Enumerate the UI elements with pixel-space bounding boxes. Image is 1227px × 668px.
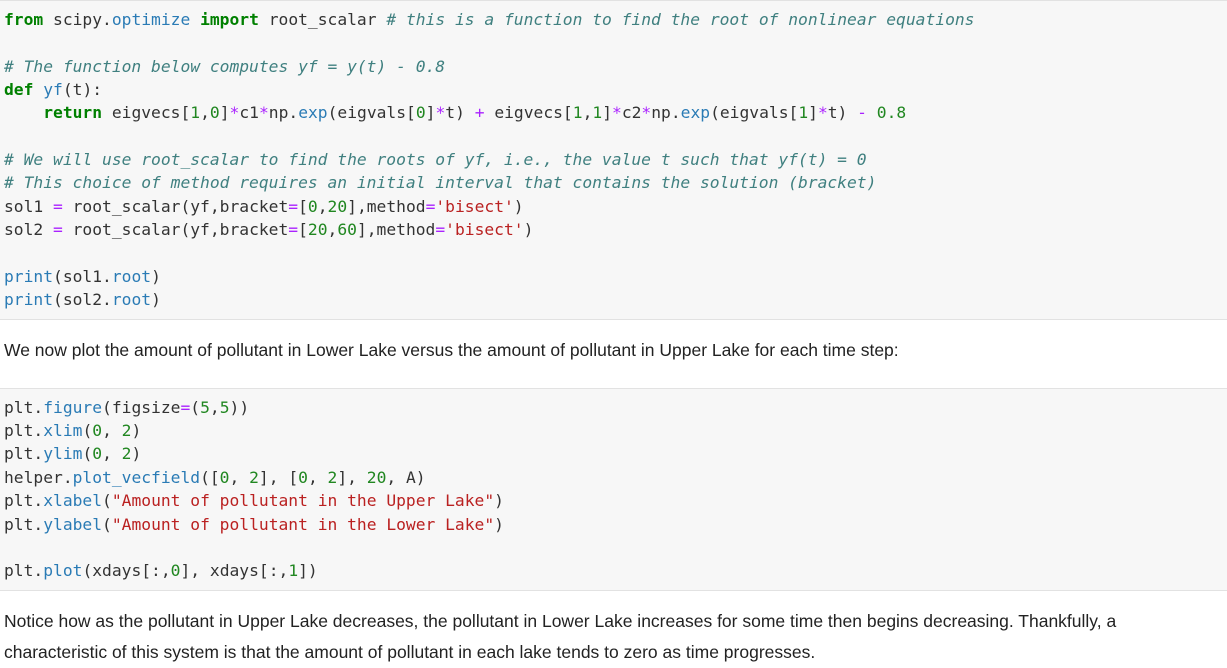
code-line-5: return eigvecs[1,0]*c1*np.exp(eigvals[0]… (43, 103, 907, 122)
code-line-4: helper.plot_vecfield([0, 2], [0, 2], 20,… (4, 468, 426, 487)
markdown-text-1: We now plot the amount of pollutant in L… (4, 340, 899, 360)
code-line-2: plt.xlim(0, 2) (4, 421, 142, 440)
code-line-7: # We will use root_scalar to find the ro… (4, 150, 867, 169)
markdown-text-2: Notice how as the pollutant in Upper Lak… (4, 611, 1117, 662)
code-line-1: from scipy.optimize import root_scalar #… (4, 10, 975, 29)
code-line-3: plt.ylim(0, 2) (4, 444, 142, 463)
code-line-1: plt.figure(figsize=(5,5)) (4, 398, 250, 417)
code-line-12: print(sol1.root) (4, 267, 161, 286)
code-line-6: plt.ylabel("Amount of pollutant in the L… (4, 515, 504, 534)
code-line-3: # The function below computes yf = y(t) … (4, 57, 446, 76)
code-line-13: print(sol2.root) (4, 290, 161, 309)
code-line-9: sol1 = root_scalar(yf,bracket=[0,20],met… (4, 197, 524, 216)
code-line-10: sol2 = root_scalar(yf,bracket=[20,60],me… (4, 220, 534, 239)
code-line-8: plt.plot(xdays[:,0], xdays[:,1]) (4, 561, 318, 580)
code-line-4: def yf(t): (4, 80, 103, 99)
code-cell-plot[interactable]: plt.figure(figsize=(5,5)) plt.xlim(0, 2)… (0, 388, 1227, 591)
code-line-5: plt.xlabel("Amount of pollutant in the U… (4, 491, 504, 510)
code-cell-root-finding[interactable]: from scipy.optimize import root_scalar #… (0, 0, 1227, 320)
code-line-8: # This choice of method requires an init… (4, 173, 877, 192)
